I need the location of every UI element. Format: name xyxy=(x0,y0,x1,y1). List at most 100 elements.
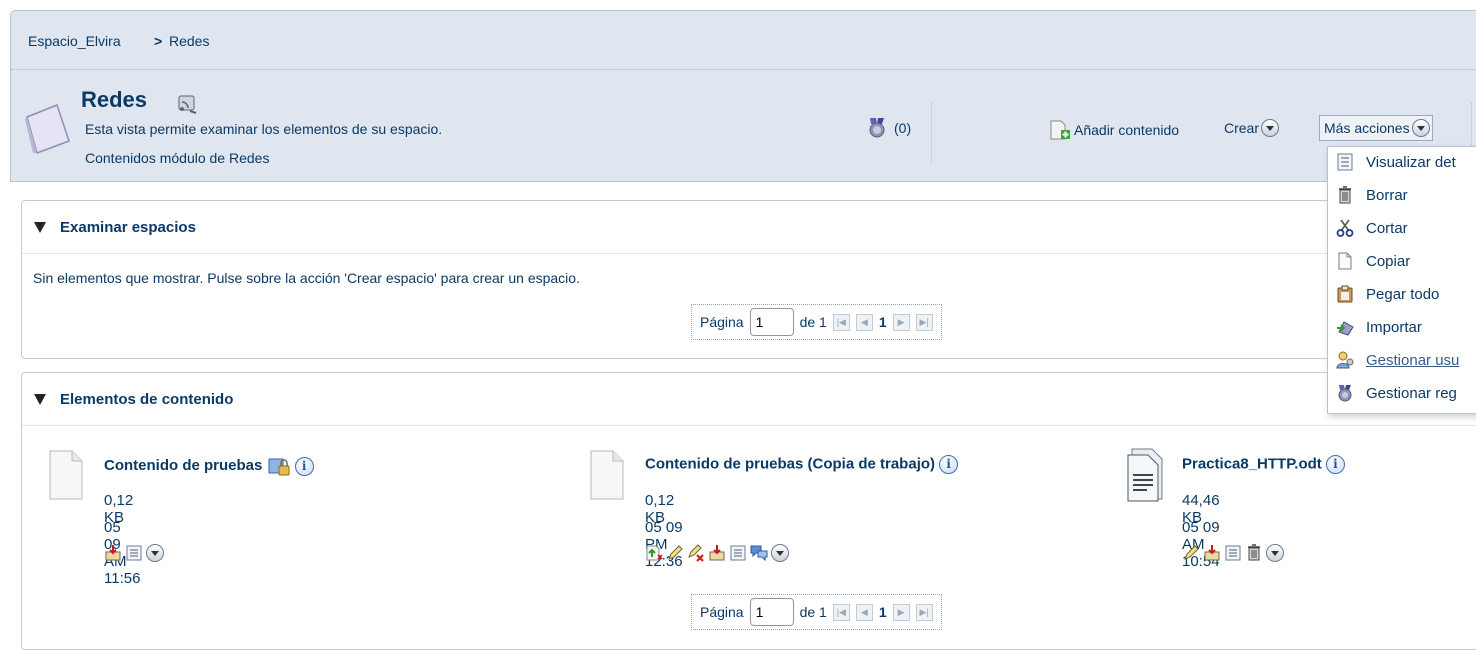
content-item-actions xyxy=(104,544,164,562)
rules-medal-icon xyxy=(869,118,885,138)
breadcrumb-current[interactable]: Redes xyxy=(169,33,209,49)
document-icon[interactable] xyxy=(46,447,86,503)
paste-icon xyxy=(1337,285,1353,303)
discussion-icon[interactable] xyxy=(750,544,768,562)
pager-total: de 1 xyxy=(799,604,827,620)
content-item-name[interactable]: Contenido de pruebas i xyxy=(104,455,314,477)
details-icon[interactable] xyxy=(125,544,143,562)
space-description: Esta vista permite examinar los elemento… xyxy=(85,121,443,137)
current-page: 1 xyxy=(878,314,887,330)
menu-item-label: Visualizar det xyxy=(1366,153,1456,171)
first-page-icon[interactable]: |◀ xyxy=(832,603,850,621)
more-item-actions-icon[interactable] xyxy=(771,544,789,562)
locked-users-icon xyxy=(268,458,290,476)
content-item-link[interactable]: Practica8_HTTP.odt xyxy=(1182,455,1322,472)
menu-item-manage-rules[interactable]: Gestionar reg xyxy=(1336,384,1457,402)
create-menu-button[interactable]: Crear xyxy=(1224,119,1280,137)
manage-users-icon xyxy=(1336,351,1354,369)
cancel-edit-icon[interactable] xyxy=(687,544,705,562)
menu-item-import[interactable]: Importar xyxy=(1336,318,1422,336)
space-header: Espacio_Elvira > Redes Redes Esta vista … xyxy=(10,10,1476,182)
content-item-name[interactable]: Contenido de pruebas (Copia de trabajo) … xyxy=(645,455,959,474)
space-subtitle: Contenidos módulo de Redes xyxy=(85,150,270,166)
download-icon[interactable] xyxy=(1203,544,1221,562)
menu-item-cut[interactable]: Cortar xyxy=(1336,219,1408,237)
content-item-link[interactable]: Contenido de pruebas xyxy=(104,457,262,474)
details-icon[interactable] xyxy=(729,544,747,562)
trash-icon xyxy=(1339,186,1351,204)
breadcrumb-separator: > xyxy=(154,33,163,49)
menu-item-label: Importar xyxy=(1366,318,1422,336)
content-item-name[interactable]: Practica8_HTTP.odt i xyxy=(1182,455,1345,474)
breadcrumb-root[interactable]: Espacio_Elvira xyxy=(28,33,121,49)
browse-spaces-toggle[interactable]: Examinar espacios xyxy=(34,219,196,236)
create-label: Crear xyxy=(1224,120,1260,136)
content-item-link[interactable]: Contenido de pruebas (Copia de trabajo) xyxy=(645,455,935,472)
prev-page-icon[interactable]: ◀ xyxy=(855,313,873,331)
menu-item-paste-all[interactable]: Pegar todo xyxy=(1336,285,1439,303)
collapse-triangle-icon xyxy=(34,222,46,233)
manage-rules-icon xyxy=(1338,385,1352,402)
menu-item-label: Borrar xyxy=(1366,186,1408,204)
edit-pencil-icon[interactable] xyxy=(666,544,684,562)
next-page-icon[interactable]: ▶ xyxy=(892,313,910,331)
scissors-icon xyxy=(1336,219,1354,237)
menu-item-label: Cortar xyxy=(1366,219,1408,237)
pager-label: Página xyxy=(700,604,744,620)
pager-label: Página xyxy=(700,314,744,330)
rss-feed-icon[interactable] xyxy=(176,93,200,115)
menu-item-label: Copiar xyxy=(1366,252,1411,270)
odt-document-icon[interactable] xyxy=(1124,447,1168,503)
panel-title: Examinar espacios xyxy=(60,219,196,236)
import-icon xyxy=(1337,321,1354,336)
pager: Página de 1 |◀ ◀ 1 ▶ ▶| xyxy=(691,304,942,340)
page-number-input[interactable] xyxy=(749,598,794,626)
download-icon[interactable] xyxy=(708,544,726,562)
more-item-actions-icon[interactable] xyxy=(146,544,164,562)
copy-icon xyxy=(1338,252,1352,270)
pager: Página de 1 |◀ ◀ 1 ▶ ▶| xyxy=(691,594,942,630)
next-page-icon[interactable]: ▶ xyxy=(892,603,910,621)
menu-item-delete[interactable]: Borrar xyxy=(1336,186,1408,204)
browse-spaces-panel: Examinar espacios Sin elementos que most… xyxy=(21,200,1476,359)
menu-item-copy[interactable]: Copiar xyxy=(1336,252,1410,270)
info-icon[interactable]: i xyxy=(294,456,314,476)
more-actions-button[interactable]: Más acciones xyxy=(1319,115,1433,141)
trash-icon[interactable] xyxy=(1245,544,1263,562)
more-actions-menu: Visualizar det Borrar Cortar Copiar Pega… xyxy=(1327,146,1476,414)
download-icon[interactable] xyxy=(104,544,122,562)
header-divider xyxy=(931,103,932,163)
more-item-actions-icon[interactable] xyxy=(1266,544,1284,562)
page-title: Redes xyxy=(81,87,148,112)
edit-pencil-icon[interactable] xyxy=(1182,544,1200,562)
info-icon[interactable]: i xyxy=(1325,455,1345,474)
chevron-down-icon xyxy=(1261,119,1280,137)
breadcrumb: Espacio_Elvira > Redes xyxy=(11,11,1476,70)
menu-item-view-details[interactable]: Visualizar det xyxy=(1336,153,1456,171)
more-actions-label: Más acciones xyxy=(1324,120,1410,136)
add-content-label: Añadir contenido xyxy=(1074,122,1180,138)
details-icon xyxy=(1337,153,1353,171)
last-page-icon[interactable]: ▶| xyxy=(915,313,933,331)
add-content-button[interactable]: Añadir contenido xyxy=(1048,119,1179,141)
info-icon[interactable]: i xyxy=(939,455,959,474)
details-icon[interactable] xyxy=(1224,544,1242,562)
space-folder-icon xyxy=(25,104,70,154)
pager-total: de 1 xyxy=(799,314,827,330)
menu-item-manage-users[interactable]: Gestionar usu xyxy=(1336,351,1459,369)
document-icon[interactable] xyxy=(587,447,627,503)
content-items-toggle[interactable]: Elementos de contenido xyxy=(34,391,233,408)
current-page: 1 xyxy=(878,604,887,620)
content-item-actions xyxy=(645,544,789,562)
menu-item-label: Gestionar usu xyxy=(1366,351,1460,369)
panel-title: Elementos de contenido xyxy=(60,391,234,408)
rules-indicator[interactable]: (0) xyxy=(866,117,911,139)
checkin-icon[interactable] xyxy=(645,544,663,562)
last-page-icon[interactable]: ▶| xyxy=(915,603,933,621)
content-item-actions xyxy=(1182,544,1284,562)
prev-page-icon[interactable]: ◀ xyxy=(855,603,873,621)
divider xyxy=(22,253,1476,254)
rules-count: (0) xyxy=(894,120,912,136)
first-page-icon[interactable]: |◀ xyxy=(832,313,850,331)
page-number-input[interactable] xyxy=(749,308,794,336)
